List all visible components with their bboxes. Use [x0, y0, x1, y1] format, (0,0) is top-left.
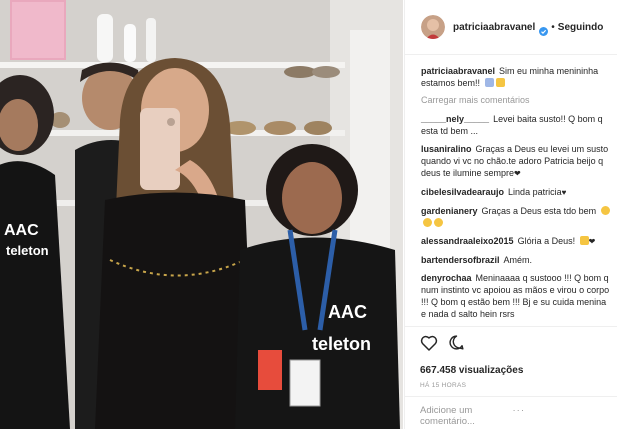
- comment-username[interactable]: gardenianery: [421, 206, 478, 216]
- post-header: patriciaabravanel • Seguindo: [405, 0, 617, 55]
- emoji-icon: [434, 218, 443, 227]
- list-item: bartendersofbrazil Amém.: [421, 254, 611, 266]
- add-comment-bar: Adicione um comentário... ···: [404, 396, 617, 429]
- comment-text: Linda patricia: [508, 187, 562, 197]
- comment-icon[interactable]: [448, 334, 465, 356]
- list-item: lusanirali​no Graças a Deus eu levei um s…: [421, 143, 611, 180]
- header-separator: •: [551, 21, 555, 33]
- comments-list: patriciaabravanel Sim eu minha menininha …: [405, 55, 617, 323]
- emoji-icon: [423, 218, 432, 227]
- comment-username[interactable]: patriciaabravanel: [421, 66, 495, 76]
- list-item: cibelesilvadearaujo Linda patricia♥: [421, 186, 611, 199]
- instagram-post: AAC teleton AAC teleton patriciaabravane…: [0, 0, 617, 429]
- emoji-icon: [579, 236, 589, 245]
- comment-text: Graças a Deus esta tdo bem: [481, 206, 597, 216]
- avatar[interactable]: [421, 15, 445, 39]
- header-username[interactable]: patriciaabravanel: [453, 22, 535, 33]
- emoji-icon: [600, 206, 610, 215]
- following-button[interactable]: Seguindo: [558, 22, 604, 33]
- comment-username[interactable]: _____nely_____: [421, 114, 489, 124]
- list-item: alessandraaleixo2015 Glória a Deus! ❤: [421, 235, 611, 248]
- more-icon[interactable]: ···: [513, 405, 606, 429]
- right-shirt-teleton: teleton: [312, 334, 371, 354]
- heart-icon[interactable]: [420, 334, 438, 356]
- emoji-icon: [495, 78, 505, 87]
- comment-username[interactable]: denyrochaa: [421, 273, 472, 283]
- right-shirt-logo: AAC: [328, 302, 367, 322]
- load-more-comments[interactable]: Carregar mais comentários: [421, 95, 617, 105]
- action-icons: [420, 335, 617, 355]
- left-shirt-logo: AAC: [4, 222, 39, 239]
- post-timestamp: HÁ 15 HORAS: [420, 382, 467, 389]
- comment-text: Amém.: [503, 255, 533, 265]
- caption: patriciaabravanel Sim eu minha menininha …: [421, 65, 611, 89]
- list-item: _____nely_____ Levei baita susto!! Q bom …: [421, 113, 611, 137]
- heart-emoji-icon: ❤: [514, 169, 521, 178]
- heart-emoji-icon: ♥: [561, 188, 567, 197]
- verified-icon: [539, 23, 549, 36]
- list-item: gardenianery Graças a Deus esta tdo bem: [421, 205, 611, 229]
- photo-scene: AAC teleton AAC teleton: [0, 0, 403, 429]
- comment-username[interactable]: alessandraaleixo2015: [421, 236, 514, 246]
- emoji-icon: [484, 78, 494, 87]
- post-photo[interactable]: AAC teleton AAC teleton: [0, 0, 403, 429]
- comment-text: Glória a Deus!: [517, 236, 576, 246]
- view-count[interactable]: 667.458 visualizações: [420, 365, 617, 376]
- comment-input[interactable]: Adicione um comentário...: [420, 405, 513, 429]
- comment-username[interactable]: cibelesilvadearaujo: [421, 187, 504, 197]
- heart-emoji-icon: ❤: [588, 237, 596, 246]
- left-shirt-teleton: teleton: [6, 243, 49, 258]
- comment-username[interactable]: lusanirali​no: [421, 144, 472, 154]
- list-item: denyrochaa Meninaaaa q sustooo !!! Q bom …: [421, 272, 611, 320]
- comment-username[interactable]: bartendersofbrazil: [421, 255, 500, 265]
